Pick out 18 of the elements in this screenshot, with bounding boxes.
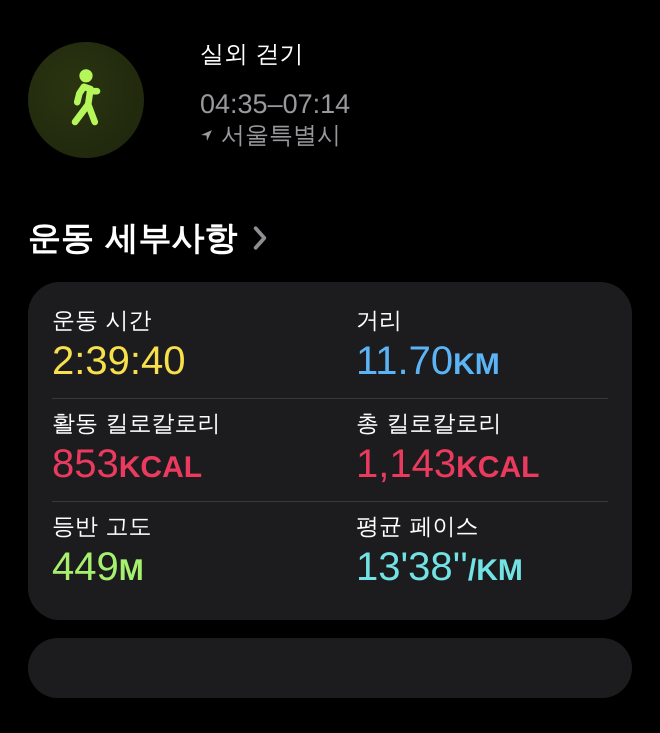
metric-label: 활동 킬로칼로리	[52, 410, 222, 439]
metric-value: 2:39:40	[52, 338, 186, 385]
metric-label: 평균 페이스	[356, 513, 480, 542]
workout-location: 서울특별시	[221, 120, 341, 151]
metric-value: 13'38''/KM	[356, 544, 524, 591]
metric-label: 총 킬로칼로리	[356, 410, 502, 439]
metric-label: 등반 고도	[52, 513, 152, 542]
chevron-icon[interactable]	[252, 225, 268, 251]
workout-time: 04:35–07:14	[200, 89, 350, 119]
workout-title: 실외 걷기	[200, 39, 305, 69]
metric-value: 11.70KM	[356, 338, 501, 385]
section-title: 운동 세부사항	[28, 217, 238, 259]
metric-value: 449M	[52, 544, 145, 591]
metric-label: 운동 시간	[52, 307, 152, 336]
metric-label: 거리	[356, 307, 403, 336]
metric-value: 853KCAL	[52, 441, 204, 488]
location-arrow-icon	[200, 128, 213, 142]
metric-value: 1,143KCAL	[356, 441, 540, 488]
